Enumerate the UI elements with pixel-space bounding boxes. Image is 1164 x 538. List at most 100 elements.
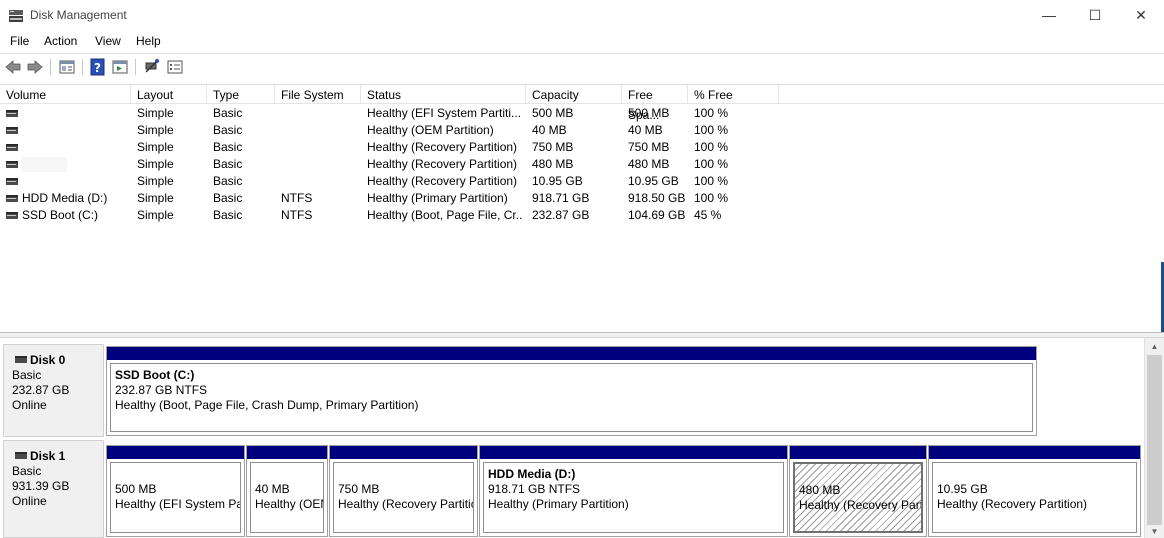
column-header-volume[interactable]: Volume xyxy=(0,85,131,104)
volume-icon xyxy=(6,212,18,219)
menu-bar: File Action View Help xyxy=(0,31,1164,52)
volume-row[interactable]: SSD Boot (C:) Simple Basic NTFS Healthy … xyxy=(0,207,1164,224)
partition-size: 918.71 GB NTFS xyxy=(488,482,581,496)
volume-status: Healthy (OEM Partition) xyxy=(367,123,494,137)
volume-row[interactable]: Simple Basic Healthy (Recovery Partition… xyxy=(0,173,1164,190)
minimize-button[interactable]: — xyxy=(1026,0,1072,31)
volume-layout: Simple xyxy=(137,174,174,188)
volume-type: Basic xyxy=(213,191,243,205)
disk-0-label[interactable]: Disk 0 Basic 232.87 GB Online xyxy=(3,344,104,437)
partition-recovery-480[interactable]: 480 MB Healthy (Recovery Parti xyxy=(789,445,927,537)
partition-c[interactable]: SSD Boot (C:) 232.87 GB NTFS Healthy (Bo… xyxy=(106,346,1037,436)
partition-bar xyxy=(790,446,926,459)
partition-bar xyxy=(107,347,1036,360)
column-header-free-space[interactable]: Free Spa... xyxy=(622,85,688,122)
volume-status: Healthy (Primary Partition) xyxy=(367,191,508,205)
partition-size: 750 MB xyxy=(338,482,380,496)
scrollbar-thumb[interactable] xyxy=(1147,355,1162,525)
disk-1-label[interactable]: Disk 1 Basic 931.39 GB Online xyxy=(3,440,104,538)
partition-name: SSD Boot (C:) xyxy=(115,368,195,382)
partition-bar xyxy=(480,446,787,459)
properties-icon[interactable] xyxy=(58,58,76,76)
volume-layout: Simple xyxy=(137,140,174,154)
scroll-up-arrow-icon[interactable]: ▲ xyxy=(1145,338,1164,355)
partition-status: Healthy (Boot, Page File, Crash Dump, Pr… xyxy=(115,398,419,412)
volume-row[interactable]: Simple Basic Healthy (Recovery Partition… xyxy=(0,156,1164,173)
forward-icon[interactable] xyxy=(26,58,44,76)
column-header-capacity[interactable]: Capacity xyxy=(526,85,622,104)
volume-capacity: 10.95 GB xyxy=(532,174,583,188)
disk-0-state: Online xyxy=(12,398,47,412)
column-header-layout[interactable]: Layout xyxy=(131,85,207,104)
close-button[interactable]: ✕ xyxy=(1118,0,1164,31)
volume-free-space: 40 MB xyxy=(628,123,663,137)
disk-0-type: Basic xyxy=(12,368,42,382)
volume-row[interactable]: Simple Basic Healthy (EFI System Partiti… xyxy=(0,105,1164,122)
partition-bar xyxy=(330,446,477,459)
disk-management-icon xyxy=(9,10,23,22)
partition-bar xyxy=(107,446,244,459)
volume-free-space: 918.50 GB xyxy=(628,191,686,205)
partition-size: 480 MB xyxy=(799,483,841,497)
partition-bar xyxy=(929,446,1140,459)
volume-icon xyxy=(6,195,18,202)
volume-percent-free: 100 % xyxy=(694,106,729,120)
partition-body: 750 MB Healthy (Recovery Partitic xyxy=(333,462,474,533)
column-header-status[interactable]: Status xyxy=(361,85,526,104)
disk-1-name: Disk 1 xyxy=(30,449,66,463)
vertical-scrollbar[interactable]: ▲ ▼ xyxy=(1144,338,1164,538)
volume-row[interactable]: Simple Basic Healthy (OEM Partition) 40 … xyxy=(0,122,1164,139)
volume-percent-free: 45 % xyxy=(694,208,722,222)
volume-free-space: 480 MB xyxy=(628,157,670,171)
scroll-down-arrow-icon[interactable]: ▼ xyxy=(1145,525,1164,538)
volume-file-system: NTFS xyxy=(281,208,313,222)
maximize-button[interactable]: ☐ xyxy=(1072,0,1118,31)
volume-layout: Simple xyxy=(137,208,174,222)
volume-status: Healthy (Recovery Partition) xyxy=(367,140,518,154)
partition-body: HDD Media (D:) 918.71 GB NTFS Healthy (P… xyxy=(483,462,784,533)
disk-graphical-view: Disk 0 Basic 232.87 GB Online SSD Boot (… xyxy=(0,338,1144,538)
volume-icon xyxy=(6,110,18,117)
menu-help[interactable]: Help xyxy=(136,34,161,48)
back-icon[interactable] xyxy=(4,58,22,76)
menu-view[interactable]: View xyxy=(95,34,121,48)
volume-icon xyxy=(6,161,18,168)
volume-name: HDD Media (D:) xyxy=(22,191,108,205)
disk-1-type: Basic xyxy=(12,464,42,478)
settings-icon[interactable] xyxy=(166,58,184,76)
help-icon[interactable]: ? xyxy=(89,58,107,76)
partition-recovery-750[interactable]: 750 MB Healthy (Recovery Partitic xyxy=(329,445,478,537)
volume-free-space: 10.95 GB xyxy=(628,174,679,188)
partition-body: 10.95 GB Healthy (Recovery Partition) xyxy=(932,462,1137,533)
partition-d[interactable]: HDD Media (D:) 918.71 GB NTFS Healthy (P… xyxy=(479,445,788,537)
volume-type: Basic xyxy=(213,123,243,137)
partition-status: Healthy (Recovery Partitic xyxy=(338,497,474,511)
redacted-volume-name xyxy=(22,157,67,172)
volume-layout: Simple xyxy=(137,157,174,171)
svg-text:?: ? xyxy=(94,61,101,75)
column-header-percent-free[interactable]: % Free xyxy=(688,85,779,104)
partition-name: HDD Media (D:) xyxy=(488,467,576,481)
column-header-type[interactable]: Type xyxy=(207,85,275,104)
disk-1-title: Disk 1 xyxy=(12,449,103,464)
partition-status: Healthy (Recovery Partition) xyxy=(937,497,1088,511)
volume-free-space: 750 MB xyxy=(628,140,670,154)
console-tree-icon[interactable] xyxy=(111,58,129,76)
partition-recovery-10gb[interactable]: 10.95 GB Healthy (Recovery Partition) xyxy=(928,445,1141,537)
volume-row[interactable]: Simple Basic Healthy (Recovery Partition… xyxy=(0,139,1164,156)
partition-bar xyxy=(247,446,327,459)
volume-percent-free: 100 % xyxy=(694,157,729,171)
volume-row[interactable]: HDD Media (D:) Simple Basic NTFS Healthy… xyxy=(0,190,1164,207)
partition-efi[interactable]: 500 MB Healthy (EFI System Par xyxy=(106,445,245,537)
disk-0-size: 232.87 GB xyxy=(12,383,70,397)
connect-icon[interactable] xyxy=(143,58,161,76)
partition-oem[interactable]: 40 MB Healthy (OEN xyxy=(246,445,328,537)
menu-file[interactable]: File xyxy=(10,34,29,48)
disk-0-title: Disk 0 xyxy=(12,353,103,368)
volume-free-space: 104.69 GB xyxy=(628,208,686,222)
volume-capacity: 480 MB xyxy=(532,157,574,171)
partition-body: 40 MB Healthy (OEN xyxy=(250,462,324,533)
toolbar-separator xyxy=(135,59,136,75)
menu-action[interactable]: Action xyxy=(44,34,77,48)
column-header-file-system[interactable]: File System xyxy=(275,85,361,104)
